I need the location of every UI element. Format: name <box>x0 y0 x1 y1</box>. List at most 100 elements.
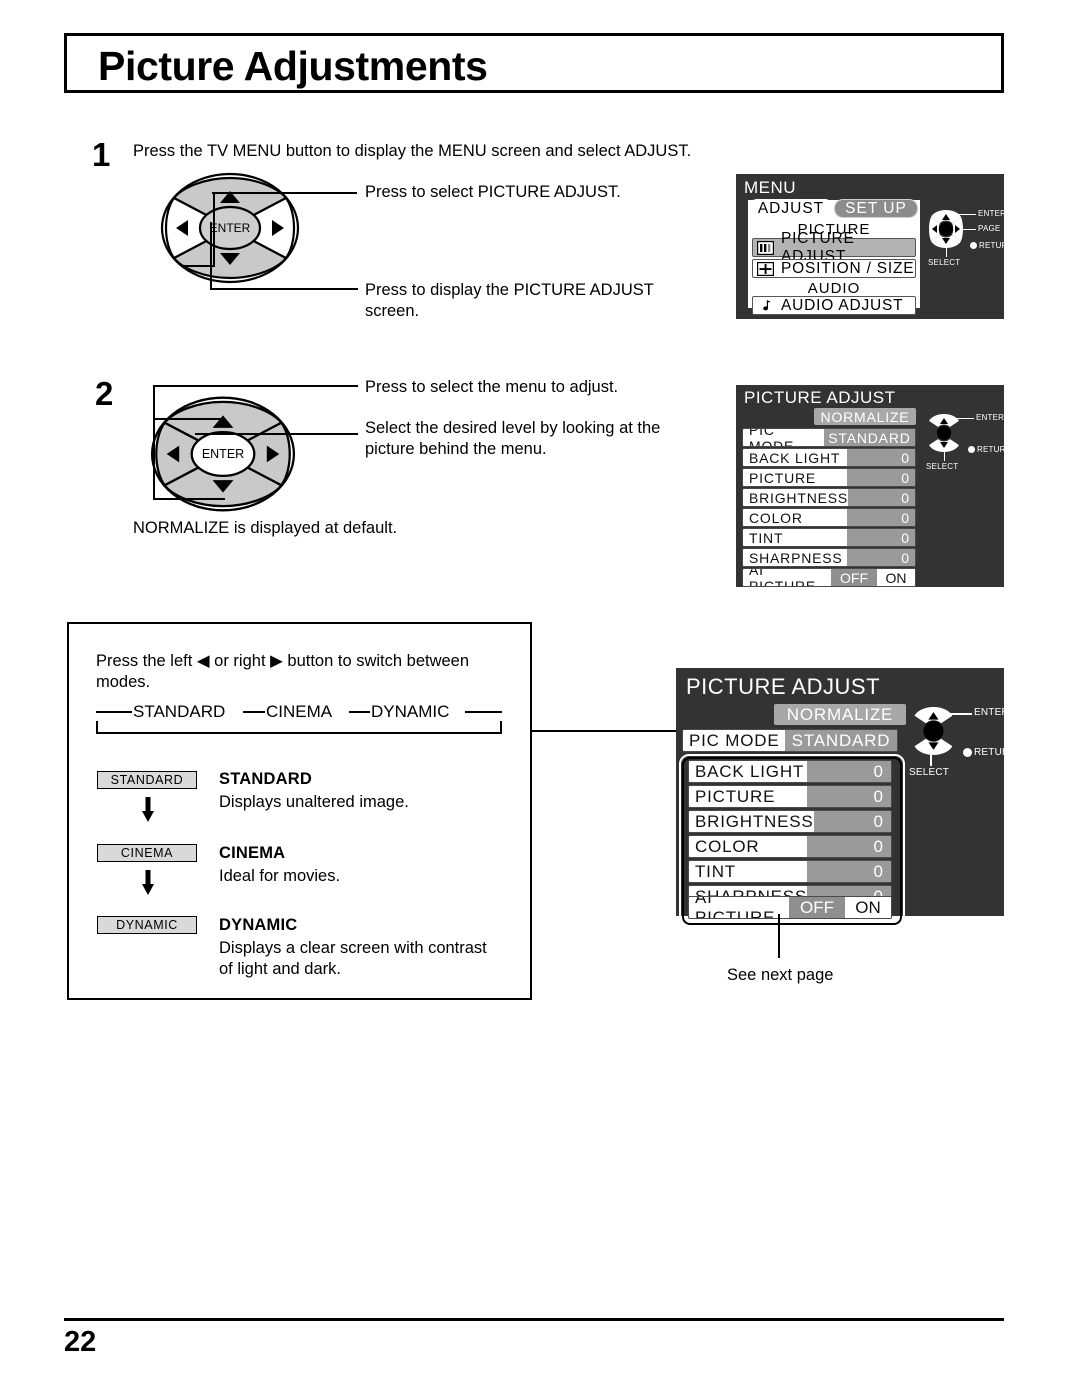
pa-large-brightness-value: 0 <box>813 811 891 832</box>
pa-large-row-tint[interactable]: TINT 0 <box>688 860 892 883</box>
pa-small-brightness-label: BRIGHTNESS <box>749 489 849 506</box>
modes-instruction-part-b: or right <box>209 652 271 670</box>
pa-small-nav-select-label: SELECT <box>926 462 959 471</box>
pa-small-row-back-light[interactable]: BACK LIGHT 0 <box>742 448 916 467</box>
pa-small-brightness-value: 0 <box>848 489 915 506</box>
pa-large-title: PICTURE ADJUST <box>686 674 881 699</box>
pa-small-nav-enter-line <box>948 418 974 420</box>
chip-cinema: CINEMA <box>97 844 197 862</box>
pa-large-picture-label: PICTURE <box>695 786 776 806</box>
menu-osd-panel: MENU ADJUST SET UP PICTURE PICTURE ADJUS… <box>736 174 1013 319</box>
connector-modes-to-picmode <box>532 730 682 732</box>
pa-small-sharpness-label: SHARPNESS <box>749 549 843 566</box>
callout-step2-select: Press to select the menu to adjust. <box>365 378 619 396</box>
menu-nav-select-label: SELECT <box>928 258 961 267</box>
mode-cycle-seg-0 <box>96 711 132 713</box>
pa-large-row-color[interactable]: COLOR 0 <box>688 835 892 858</box>
connector-step2-b <box>195 433 358 435</box>
menu-item-position-size[interactable]: POSITION / SIZE <box>752 259 916 278</box>
connector-step2-a <box>153 385 358 387</box>
pa-small-picture-label: PICTURE <box>749 469 817 486</box>
menu-item-picture-adjust[interactable]: PICTURE ADJUST <box>752 230 916 265</box>
step-2-number: 2 <box>95 375 114 412</box>
pa-large-nav-return-dot <box>963 748 972 757</box>
pa-small-row-ai-picture[interactable]: AI PICTURE OFF ON <box>742 568 916 587</box>
pa-small-title: PICTURE ADJUST <box>744 388 896 407</box>
mode-desc-dynamic: Displays a clear screen with contrast of… <box>219 939 487 978</box>
pa-small-nav-select-line <box>944 451 946 461</box>
pa-large-ai-off[interactable]: OFF <box>789 897 845 918</box>
pa-large-ai-toggle[interactable]: OFF ON <box>789 897 891 918</box>
picture-adjust-osd-large: PICTURE ADJUST NORMALIZE PIC MODE STANDA… <box>676 668 1017 928</box>
mode-desc-standard: Displays unaltered image. <box>219 793 409 811</box>
footer-divider <box>64 1318 1004 1321</box>
pa-large-row-back-light[interactable]: BACK LIGHT 0 <box>688 760 892 783</box>
connector-step2-a-foot <box>153 498 225 500</box>
svg-text:ENTER: ENTER <box>202 447 244 461</box>
down-arrow-icon-1 <box>141 797 155 828</box>
modes-instruction-part-a: Press the left <box>96 652 197 670</box>
pa-small-back-light-value: 0 <box>847 449 915 466</box>
pa-large-row-brightness[interactable]: BRIGHTNESS 0 <box>688 810 892 833</box>
pa-small-row-sharpness[interactable]: SHARPNESS 0 <box>742 548 916 567</box>
pa-small-row-pic-mode[interactable]: PIC MODE STANDARD <box>742 428 916 447</box>
pa-large-row-picture[interactable]: PICTURE 0 <box>688 785 892 808</box>
menu-nav-return-label: RETURN <box>979 241 1014 250</box>
connector-step1-b-vert <box>210 222 212 289</box>
pa-small-tint-label: TINT <box>749 529 784 546</box>
menu-nav-enter-line <box>950 214 976 216</box>
mode-cycle-seg-2 <box>349 711 370 713</box>
bars-icon <box>757 240 775 255</box>
pa-small-pic-mode-label: PIC MODE <box>749 428 795 447</box>
pa-large-tint-label: TINT <box>695 861 736 881</box>
mode-desc-cinema: Ideal for movies. <box>219 867 341 885</box>
pa-small-row-color[interactable]: COLOR 0 <box>742 508 916 527</box>
pa-large-tint-value: 0 <box>807 861 891 882</box>
pa-large-pic-mode-value: STANDARD <box>785 730 897 751</box>
mode-name-cinema: CINEMA <box>219 844 286 862</box>
pa-large-nav-cluster <box>910 702 962 765</box>
pa-small-pic-mode-value: STANDARD <box>823 429 915 446</box>
mode-cycle-cinema: CINEMA <box>266 702 333 721</box>
svg-text:ENTER: ENTER <box>210 221 251 235</box>
pa-large-normalize[interactable]: NORMALIZE <box>774 704 906 725</box>
menu-item-position-size-label: POSITION / SIZE <box>781 259 915 277</box>
tab-adjust[interactable]: ADJUST <box>750 199 832 219</box>
pa-large-ai-on[interactable]: ON <box>845 897 891 918</box>
menu-nav-enter-label: ENTER <box>978 209 1007 218</box>
crosshair-icon <box>757 261 775 276</box>
pa-small-ai-toggle[interactable]: OFF ON <box>831 569 915 586</box>
page-number: 22 <box>64 1326 97 1358</box>
callout-step1-select: Press to select PICTURE ADJUST. <box>365 183 621 201</box>
pa-large-back-light-label: BACK LIGHT <box>695 761 805 781</box>
callout-step2-level: Select the desired level by looking at t… <box>365 419 661 458</box>
mode-cycle-seg-1 <box>243 711 265 713</box>
connector-step1-a <box>212 192 357 194</box>
pa-large-nav-select-label: SELECT <box>909 767 950 778</box>
menu-osd-title: MENU <box>744 178 797 197</box>
pa-small-color-label: COLOR <box>749 509 803 526</box>
pa-small-normalize[interactable]: NORMALIZE <box>814 408 916 425</box>
pa-large-nav-return-label: RETURN <box>974 747 1017 758</box>
mode-name-dynamic: DYNAMIC <box>219 916 298 934</box>
step-2-note: NORMALIZE is displayed at default. <box>133 519 398 537</box>
pa-small-row-brightness[interactable]: BRIGHTNESS 0 <box>742 488 916 507</box>
step-1-number: 1 <box>92 136 111 173</box>
pa-small-row-tint[interactable]: TINT 0 <box>742 528 916 547</box>
picture-adjust-osd-small: PICTURE ADJUST NORMALIZE PIC MODE STANDA… <box>736 385 1011 587</box>
mode-cycle-standard: STANDARD <box>133 702 226 721</box>
tab-set-up[interactable]: SET UP <box>834 199 918 218</box>
connector-step2-a-mid <box>153 418 221 420</box>
pa-small-row-picture[interactable]: PICTURE 0 <box>742 468 916 487</box>
pa-small-nav-return-label: RETURN <box>977 445 1012 454</box>
pa-small-ai-on[interactable]: ON <box>877 569 915 586</box>
mode-cycle-seg-3 <box>465 711 502 713</box>
pa-small-sharpness-value: 0 <box>847 549 915 566</box>
pa-large-ai-picture-label: AI PICTURE <box>695 896 776 919</box>
pa-small-ai-off[interactable]: OFF <box>831 569 877 586</box>
modes-instruction: Press the left ◀ or right ▶ button to sw… <box>96 651 516 693</box>
menu-item-audio-adjust[interactable]: AUDIO ADJUST <box>752 296 916 315</box>
pa-large-row-pic-mode[interactable]: PIC MODE STANDARD <box>682 729 898 752</box>
pa-small-nav-return-dot <box>968 446 975 453</box>
pa-large-row-ai-picture[interactable]: AI PICTURE OFF ON <box>688 896 892 919</box>
